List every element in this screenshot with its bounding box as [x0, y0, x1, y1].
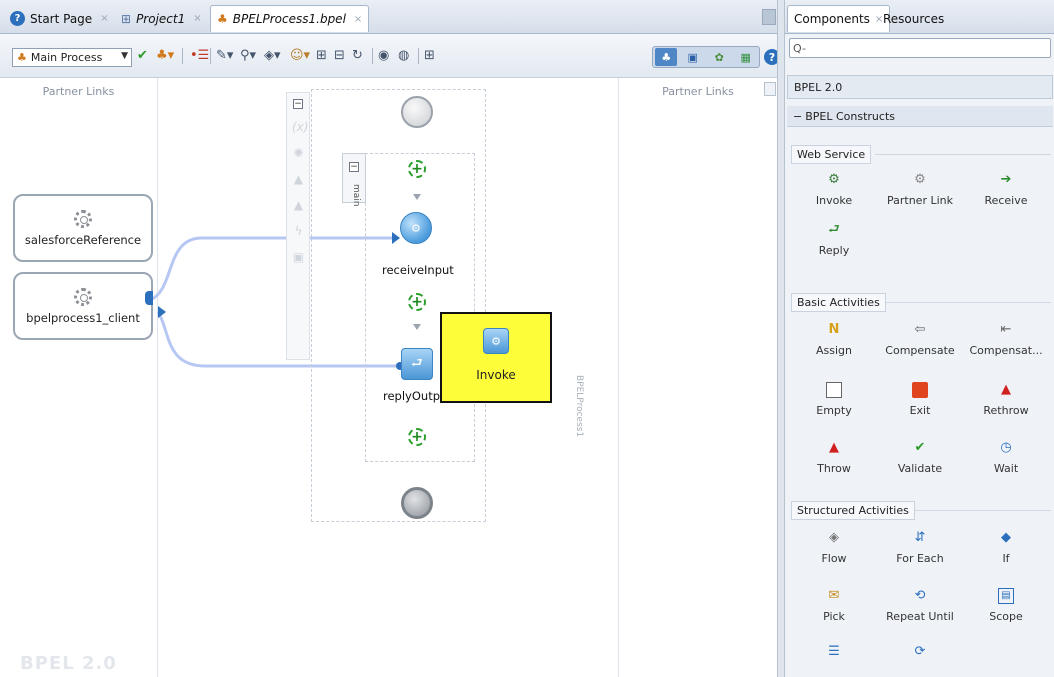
- group-structured-activities: Structured Activities: [791, 501, 915, 520]
- component-flow[interactable]: ◈ Flow: [793, 530, 875, 574]
- fault-handler-icon[interactable]: ▲: [292, 173, 305, 186]
- compensate-icon: ⇦: [914, 322, 926, 337]
- component-while[interactable]: ⟳: [879, 644, 961, 670]
- component-validate[interactable]: ✔ Validate: [879, 440, 961, 484]
- pick-icon: ✉: [828, 588, 840, 603]
- start-node[interactable]: [401, 96, 433, 128]
- activity-label: replyOutpu: [383, 389, 448, 403]
- add-activity-icon[interactable]: +: [408, 293, 426, 311]
- activity-label: receiveInput: [382, 263, 454, 277]
- gear-icon: [74, 209, 92, 228]
- component-pick[interactable]: ✉ Pick: [793, 588, 875, 632]
- receive-icon: ➔: [1000, 172, 1012, 187]
- flow-icon: ◈: [829, 530, 839, 545]
- component-rethrow[interactable]: ▲ Rethrow: [965, 382, 1047, 426]
- group-divider: [885, 302, 1051, 303]
- partner-link-salesforce-reference[interactable]: salesforceReference: [13, 194, 153, 262]
- components-panel: Components × Resources Q- BPEL 2.0 − BPE…: [785, 0, 1054, 677]
- sequence-icon: ☰: [828, 644, 840, 659]
- collapse-icon[interactable]: −: [349, 162, 359, 172]
- repeat-until-icon: ⟲: [914, 588, 926, 603]
- correlation-icon[interactable]: ✺: [292, 147, 305, 160]
- group-basic-activities: Basic Activities: [791, 293, 886, 312]
- invoke-icon: ⚙: [828, 172, 840, 187]
- tab-components[interactable]: Components ×: [787, 5, 891, 32]
- bpel-version-watermark: BPEL 2.0: [20, 653, 117, 674]
- compensate-scope-icon: ⇤: [1000, 322, 1012, 337]
- end-node[interactable]: [401, 487, 433, 519]
- component-empty[interactable]: Empty: [793, 382, 875, 426]
- component-assign[interactable]: N Assign: [793, 322, 875, 366]
- drag-invoke-tooltip: ⚙ Invoke: [440, 312, 552, 403]
- partner-link-icon: ⚙: [914, 172, 926, 187]
- variables-icon[interactable]: (x): [292, 121, 308, 134]
- add-activity-icon[interactable]: +: [408, 160, 426, 178]
- group-divider: [875, 154, 1051, 155]
- connection-handle[interactable]: [145, 291, 153, 305]
- group-web-service: Web Service: [791, 145, 872, 164]
- link-arrow: [158, 306, 166, 318]
- component-compensate[interactable]: ⇦ Compensate: [879, 322, 961, 366]
- collapse-icon[interactable]: −: [293, 99, 303, 109]
- component-invoke[interactable]: ⚙ Invoke: [793, 172, 875, 216]
- partner-link-bpelprocess1-client[interactable]: bpelprocess1_client: [13, 272, 153, 340]
- flow-arrow-icon: [413, 324, 421, 330]
- panel-splitter[interactable]: [777, 0, 785, 677]
- tooltip-label: Invoke: [476, 368, 516, 382]
- component-search-input[interactable]: Q-: [789, 38, 1051, 58]
- assign-icon: N: [828, 322, 840, 337]
- component-wait[interactable]: ◷ Wait: [965, 440, 1047, 484]
- tab-resources[interactable]: Resources: [877, 5, 950, 32]
- main-sequence-tab: − main: [342, 153, 366, 207]
- scope-mini-toolbar: − (x) ✺ ▲ ▲ ϟ ▣ BPELProcess1: [286, 92, 584, 437]
- component-sequence[interactable]: ☰: [793, 644, 875, 670]
- for-each-icon: ⇵: [914, 530, 926, 545]
- gear-icon: ⚙: [411, 222, 421, 235]
- flow-arrow-icon: [413, 194, 421, 200]
- gear-icon: [74, 287, 92, 306]
- group-divider: [910, 510, 1051, 511]
- panel-tab-bar: Components × Resources: [785, 0, 1054, 34]
- if-icon: ◆: [1001, 530, 1011, 545]
- component-compensate-scope[interactable]: ⇤ Compensat...: [965, 322, 1047, 366]
- search-icon: Q-: [793, 41, 806, 55]
- exit-icon: [912, 382, 928, 398]
- reply-icon: ⮐: [411, 356, 423, 371]
- component-repeat-until[interactable]: ⟲ Repeat Until: [879, 588, 961, 632]
- empty-icon: [826, 382, 842, 398]
- component-receive[interactable]: ➔ Receive: [965, 172, 1047, 216]
- sequence-label: main: [351, 184, 361, 207]
- process-scope-label: BPELProcess1: [574, 375, 584, 438]
- component-scope[interactable]: ▤ Scope: [965, 588, 1047, 632]
- scope-icon: ▤: [998, 588, 1014, 604]
- validate-icon: ✔: [914, 440, 926, 455]
- collapse-icon: −: [793, 109, 803, 123]
- reply-icon: ⮐: [828, 222, 840, 237]
- throw-icon: ▲: [829, 440, 839, 455]
- wait-icon: ◷: [1000, 440, 1012, 455]
- component-if[interactable]: ◆ If: [965, 530, 1047, 574]
- component-throw[interactable]: ▲ Throw: [793, 440, 875, 484]
- component-partner-link[interactable]: ⚙ Partner Link: [879, 172, 961, 216]
- invoke-icon: ⚙: [483, 328, 509, 354]
- event-icon[interactable]: ϟ: [292, 225, 305, 238]
- termination-icon[interactable]: ▣: [292, 251, 305, 264]
- component-exit[interactable]: Exit: [879, 382, 961, 426]
- compensation-icon[interactable]: ▲: [292, 199, 305, 212]
- partner-link-label: bpelprocess1_client: [26, 310, 140, 325]
- library-select[interactable]: BPEL 2.0: [787, 75, 1053, 99]
- while-icon: ⟳: [914, 644, 926, 659]
- rethrow-icon: ▲: [1001, 382, 1011, 397]
- component-for-each[interactable]: ⇵ For Each: [879, 530, 961, 574]
- category-header[interactable]: − BPEL Constructs: [787, 106, 1053, 127]
- partner-link-label: salesforceReference: [24, 232, 142, 247]
- component-reply[interactable]: ⮐ Reply: [793, 222, 875, 266]
- add-activity-icon[interactable]: +: [408, 428, 426, 446]
